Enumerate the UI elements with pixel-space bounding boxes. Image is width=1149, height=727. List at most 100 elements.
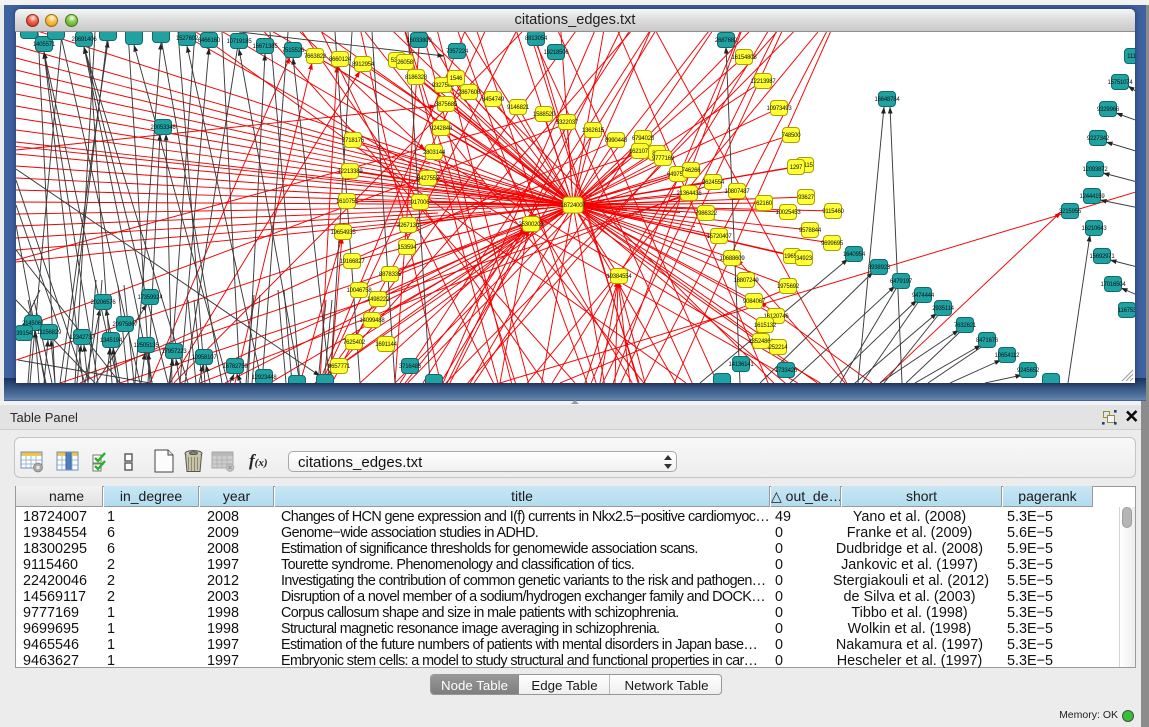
svg-text:16782759: 16782759 bbox=[222, 364, 248, 370]
svg-text:10046758: 10046758 bbox=[346, 288, 372, 294]
svg-text:1546: 1546 bbox=[450, 76, 463, 82]
svg-text:9115460: 9115460 bbox=[822, 209, 844, 215]
svg-text:19384554: 19384554 bbox=[606, 274, 632, 280]
svg-text:1640954: 1640954 bbox=[843, 252, 866, 258]
svg-text:8660124: 8660124 bbox=[329, 57, 352, 63]
svg-text:7986322: 7986322 bbox=[695, 211, 718, 217]
svg-text:9329966: 9329966 bbox=[1097, 107, 1120, 113]
svg-text:8878335: 8878335 bbox=[379, 272, 402, 278]
svg-text:7625402: 7625402 bbox=[343, 340, 366, 346]
svg-text:9245652: 9245652 bbox=[1017, 368, 1040, 374]
svg-text:9084067: 9084067 bbox=[743, 299, 766, 305]
svg-text:15751074: 15751074 bbox=[1107, 80, 1133, 86]
svg-text:62160: 62160 bbox=[756, 201, 773, 207]
svg-text:8454749: 8454749 bbox=[482, 97, 505, 103]
svg-text:10719185: 10719185 bbox=[226, 39, 252, 45]
svg-text:12213987: 12213987 bbox=[750, 79, 776, 85]
svg-text:153594: 153594 bbox=[398, 245, 418, 251]
svg-text:17957223: 17957223 bbox=[161, 349, 187, 355]
svg-text:5322037: 5322037 bbox=[556, 120, 579, 126]
svg-text:10958107: 10958107 bbox=[191, 355, 217, 361]
svg-text:16210643: 16210643 bbox=[1081, 226, 1107, 232]
svg-text:10025453: 10025453 bbox=[775, 210, 801, 216]
svg-text:9227342: 9227342 bbox=[1087, 136, 1110, 142]
svg-text:7515526: 7515526 bbox=[282, 48, 305, 54]
svg-text:1498222: 1498222 bbox=[367, 297, 390, 303]
svg-text:3267130: 3267130 bbox=[397, 223, 420, 229]
svg-text:12444159: 12444159 bbox=[1079, 194, 1105, 200]
svg-text:3215955: 3215955 bbox=[1059, 209, 1082, 215]
svg-text:9474444: 9474444 bbox=[912, 293, 935, 299]
svg-text:1610755: 1610755 bbox=[336, 199, 359, 205]
svg-text:10973493: 10973493 bbox=[766, 106, 792, 112]
svg-text:20206576: 20206576 bbox=[90, 300, 116, 306]
svg-text:6479197: 6479197 bbox=[890, 279, 913, 285]
svg-text:21364436: 21364436 bbox=[676, 191, 702, 197]
svg-text:14099488: 14099488 bbox=[359, 318, 385, 324]
svg-text:9242848: 9242848 bbox=[430, 126, 453, 132]
svg-text:12342737: 12342737 bbox=[69, 335, 95, 341]
svg-text:2867608: 2867608 bbox=[458, 90, 481, 96]
svg-text:14136141: 14136141 bbox=[728, 362, 754, 368]
svg-text:9657771: 9657771 bbox=[328, 364, 351, 370]
svg-text:748500: 748500 bbox=[782, 133, 802, 139]
svg-text:8471676: 8471676 bbox=[976, 338, 999, 344]
svg-text:15720407: 15720407 bbox=[706, 234, 732, 240]
svg-text:16154808: 16154808 bbox=[731, 55, 757, 61]
svg-text:1527602: 1527602 bbox=[176, 36, 199, 42]
svg-text:10654112: 10654112 bbox=[995, 353, 1021, 359]
svg-text:746266: 746266 bbox=[682, 168, 702, 174]
svg-text:1112: 1112 bbox=[1127, 54, 1135, 60]
svg-text:11156829: 11156829 bbox=[37, 330, 62, 336]
svg-text:2935114: 2935114 bbox=[932, 306, 954, 312]
svg-text:12505135: 12505135 bbox=[133, 343, 159, 349]
svg-text:7357224: 7357224 bbox=[446, 49, 469, 55]
svg-text:12923448: 12923448 bbox=[251, 375, 277, 381]
svg-text:8186328: 8186328 bbox=[405, 75, 428, 81]
svg-text:917006: 917006 bbox=[411, 200, 431, 206]
svg-text:17016504: 17016504 bbox=[1100, 282, 1126, 288]
svg-text:26058: 26058 bbox=[397, 60, 414, 66]
svg-text:1588520: 1588520 bbox=[533, 112, 556, 118]
svg-text:19166827: 19166827 bbox=[339, 259, 365, 265]
svg-text:9578844: 9578844 bbox=[799, 228, 822, 234]
svg-text:8990448: 8990448 bbox=[605, 138, 628, 144]
svg-text:10688609: 10688609 bbox=[719, 256, 745, 262]
svg-text:20053346: 20053346 bbox=[150, 125, 176, 131]
svg-text:8427552: 8427552 bbox=[417, 176, 440, 182]
svg-text:20691406: 20691406 bbox=[71, 37, 97, 43]
svg-text:1405571: 1405571 bbox=[33, 42, 56, 48]
svg-text:19654935: 19654935 bbox=[330, 230, 356, 236]
svg-text:8813054: 8813054 bbox=[525, 36, 548, 42]
svg-text:3875685: 3875685 bbox=[435, 102, 458, 108]
svg-text:7632621: 7632621 bbox=[954, 323, 977, 329]
svg-text:2803144: 2803144 bbox=[423, 150, 446, 156]
svg-text:18807249: 18807249 bbox=[733, 278, 759, 284]
svg-text:3624554: 3624554 bbox=[702, 180, 725, 186]
svg-text:1345194: 1345194 bbox=[100, 338, 123, 344]
svg-text:6794028: 6794028 bbox=[632, 136, 655, 142]
svg-text:16648784: 16648784 bbox=[874, 97, 900, 103]
svg-text:116753: 116753 bbox=[1118, 308, 1135, 314]
svg-text:39154: 39154 bbox=[16, 331, 33, 337]
svg-text:18724007: 18724007 bbox=[560, 203, 586, 209]
svg-text:15692971: 15692971 bbox=[1089, 254, 1115, 260]
svg-text:9699695: 9699695 bbox=[821, 241, 844, 247]
svg-text:3716485: 3716485 bbox=[399, 364, 422, 370]
svg-text:9777169: 9777169 bbox=[652, 156, 675, 162]
svg-text:2687682: 2687682 bbox=[715, 38, 738, 44]
svg-text:8912954: 8912954 bbox=[352, 62, 375, 68]
svg-text:10807487: 10807487 bbox=[724, 189, 750, 195]
svg-text:19218506: 19218506 bbox=[543, 50, 569, 56]
svg-text:34923: 34923 bbox=[796, 256, 813, 262]
svg-text:16671385: 16671385 bbox=[252, 44, 278, 50]
svg-text:1615132: 1615132 bbox=[754, 323, 777, 329]
svg-text:1297: 1297 bbox=[790, 165, 803, 171]
svg-text:9146821: 9146821 bbox=[507, 105, 530, 111]
svg-text:16033809: 16033809 bbox=[406, 38, 432, 44]
svg-text:1733426: 1733426 bbox=[775, 368, 798, 374]
svg-text:1362615: 1362615 bbox=[582, 128, 605, 134]
svg-text:12213389: 12213389 bbox=[337, 169, 363, 175]
svg-text:25300203: 25300203 bbox=[518, 222, 544, 228]
svg-text:17359924: 17359924 bbox=[137, 295, 163, 301]
